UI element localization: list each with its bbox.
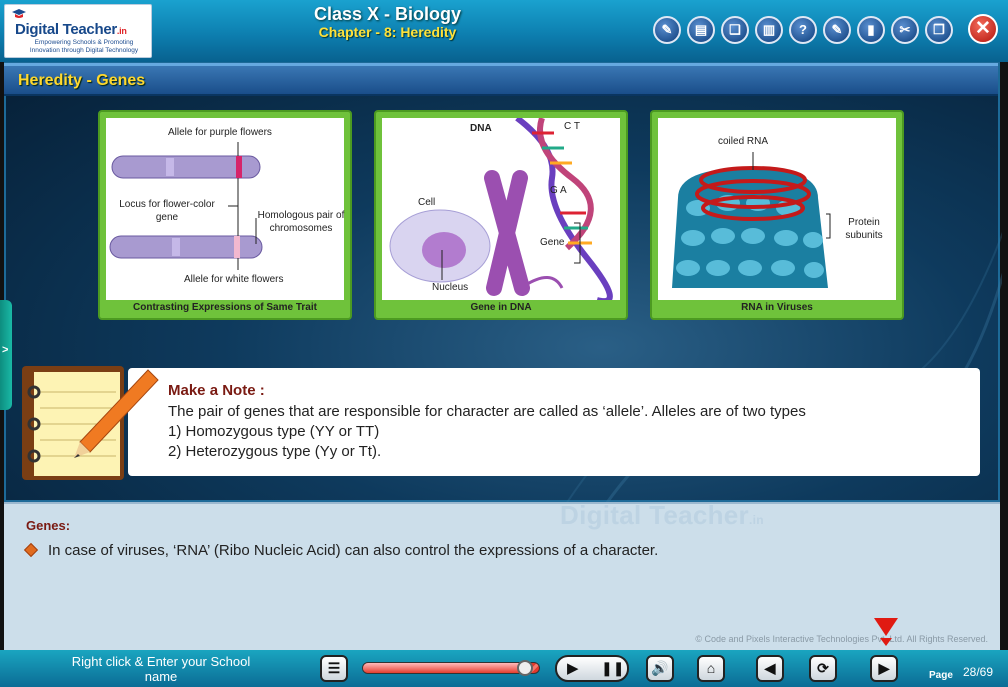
logo[interactable]: Digital Teacher.in Empowering Schools & … (4, 4, 152, 58)
note-heading: Make a Note : (168, 382, 265, 399)
label-cell: Cell (418, 197, 436, 208)
bullet-icon (23, 542, 39, 558)
menu-button[interactable]: ☰ (320, 655, 348, 682)
logo-text: Digital Teacher.in (15, 21, 127, 38)
previous-button[interactable]: ◀ (756, 655, 784, 682)
page-number: 28/69 (963, 665, 994, 679)
course-title: Class X - Biology (313, 4, 462, 24)
page-marker-arrow-icon (874, 618, 898, 646)
card-rna-in-viruses: coiled RNA Protein subunits RNA in Virus… (650, 110, 904, 320)
book-button[interactable]: ▤ (687, 16, 715, 44)
progress-fill (363, 663, 527, 673)
label-white-allele: Allele for white flowers (184, 274, 284, 285)
copyright-text: © Code and Pixels Interactive Technologi… (695, 634, 988, 644)
window-icon: ❐ (933, 22, 945, 37)
watermark: Digital Teacher.in (560, 500, 764, 530)
bookmark-icon: ❑ (729, 22, 741, 37)
notebook-pencil-icon (22, 366, 159, 480)
progress-handle[interactable] (516, 660, 533, 676)
cell-dna-illustration (389, 118, 613, 300)
card-caption: Gene in DNA (470, 302, 532, 313)
school-name-field[interactable]: Right click & Enter your School name (56, 654, 266, 684)
topic-heading: Genes: (26, 518, 71, 533)
label-coiled-rna: coiled RNA (718, 136, 769, 147)
section-header: Heredity - Genes (4, 63, 998, 96)
label-homologous: Homologous pair of chromosomes (257, 210, 345, 234)
logo-tagline: Empowering Schools & Promoting Innovatio… (29, 39, 139, 54)
graduation-cap-icon (12, 9, 26, 18)
pin-icon: ✎ (831, 22, 843, 37)
progress-slider[interactable] (362, 660, 540, 676)
label-purple-allele: Allele for purple flowers (168, 127, 272, 138)
virus-diagram: coiled RNA Protein subunits (658, 118, 896, 300)
section-title: Heredity - Genes (18, 72, 146, 89)
label-ga: G A (550, 185, 567, 196)
tools-icon: ✂ (899, 22, 911, 37)
notes-icon: ✎ (661, 22, 673, 37)
book-icon: ▤ (694, 22, 708, 37)
side-panel-toggle[interactable]: > (0, 300, 12, 410)
note-body: The pair of genes that are responsible f… (168, 402, 806, 462)
next-button[interactable]: ▶ (870, 655, 898, 682)
card-caption: Contrasting Expressions of Same Trait (133, 302, 317, 313)
red-book-icon: ▮ (867, 22, 875, 37)
label-dna: DNA (470, 123, 492, 134)
chromosome-diagram: Allele for purple flowers Locus for flow… (106, 118, 344, 300)
pause-button[interactable]: ❚❚ (601, 660, 624, 677)
chevron-right-icon: > (2, 344, 9, 356)
card-gene-in-dna: DNA C T G A Cell Gene Nucleus Gene in DN… (374, 110, 628, 320)
window-button[interactable]: ❐ (925, 16, 953, 44)
app-window: Digital Teacher.in Empowering Schools & … (0, 0, 1008, 687)
note-line: The pair of genes that are responsible f… (168, 403, 806, 420)
note-line: 2) Heterozygous type (Yy or Tt). (168, 443, 382, 460)
help-icon: ? (799, 22, 807, 37)
label-protein-subunits: Protein subunits (845, 217, 883, 241)
help-button[interactable]: ? (789, 16, 817, 44)
make-a-note-box: Make a Note : The pair of genes that are… (128, 368, 980, 476)
print-button[interactable]: ▥ (755, 16, 783, 44)
red-book-button[interactable]: ▮ (857, 16, 885, 44)
chapter-title: Chapter - 8: Heredity (318, 24, 457, 40)
footer-bar: Right click & Enter your School name ☰ ▶… (0, 650, 1008, 687)
label-ct: C T (564, 121, 580, 132)
refresh-button[interactable]: ⟳ (809, 655, 837, 682)
play-button[interactable]: ▶ (567, 659, 579, 677)
label-gene: Gene (540, 237, 565, 248)
content-text-area: Digital Teacher.in Genes: In case of vir… (4, 500, 1000, 650)
topic-bullet-text: In case of viruses, ‘RNA’ (Ribo Nucleic … (48, 542, 659, 559)
label-locus: Locus for flower-color gene (119, 199, 215, 223)
tools-button[interactable]: ✂ (891, 16, 919, 44)
header-bar: Digital Teacher.in Empowering Schools & … (0, 0, 1008, 62)
label-nucleus: Nucleus (432, 282, 469, 293)
volume-button[interactable]: 🔊 (646, 655, 674, 682)
page-label: Page (929, 670, 953, 681)
close-button[interactable]: ✕ (968, 14, 998, 44)
virus-illustration (672, 152, 831, 288)
card-contrasting-expressions: Allele for purple flowers Locus for flow… (98, 110, 352, 320)
play-pause-control: ▶ ❚❚ (555, 655, 629, 682)
pin-button[interactable]: ✎ (823, 16, 851, 44)
card-caption: RNA in Viruses (741, 302, 813, 313)
notes-button[interactable]: ✎ (653, 16, 681, 44)
note-line: 1) Homozygous type (YY or TT) (168, 423, 380, 440)
dna-diagram: DNA C T G A Cell Gene Nucleus (382, 118, 620, 300)
print-icon: ▥ (762, 22, 776, 37)
home-button[interactable]: ⌂ (697, 655, 725, 682)
bookmark-button[interactable]: ❑ (721, 16, 749, 44)
